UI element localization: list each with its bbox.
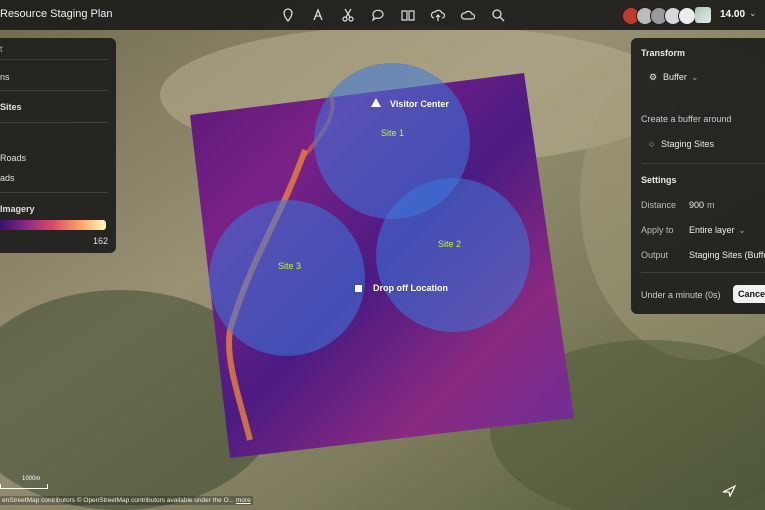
layers-panel: t ns Sites Roads ads Imagery 162 <box>0 38 116 253</box>
cloud-icon[interactable] <box>457 6 479 24</box>
layer-row-sites[interactable]: Sites <box>0 102 22 112</box>
transform-panel: Transform ⚙ Buffer ⌄ Create a buffer aro… <box>631 38 765 314</box>
output-label: Output <box>641 250 669 260</box>
chevron-down-icon[interactable]: ⌄ <box>749 8 757 19</box>
site-1-label: Site 1 <box>381 128 405 138</box>
layer-option[interactable]: Staging Sites <box>661 139 714 149</box>
site-3-label: Site 3 <box>278 261 302 271</box>
layer-row[interactable]: t <box>0 44 3 54</box>
site-2-label: Site 2 <box>438 239 462 249</box>
apply-select[interactable]: Entire layer <box>689 225 735 235</box>
legend-max-value: 162 <box>93 236 109 246</box>
map-attribution: enStreetMap contributors © OpenStreetMap… <box>0 496 253 505</box>
collaborator-avatars[interactable] <box>622 7 696 25</box>
avatar[interactable] <box>678 7 696 25</box>
distance-unit: m <box>707 200 715 210</box>
gear-icon: ⚙ <box>649 72 658 82</box>
pin-icon[interactable] <box>277 6 299 24</box>
book-icon[interactable] <box>397 6 419 24</box>
buffer-description: Create a buffer around <box>641 114 732 124</box>
distance-label: Distance <box>641 200 677 210</box>
imagery-legend-gradient <box>0 220 106 230</box>
visitor-center-label: Visitor Center <box>390 99 449 109</box>
text-icon[interactable] <box>307 6 329 24</box>
cancel-button[interactable]: Cance <box>733 285 765 303</box>
distance-input[interactable]: 900 <box>689 200 704 210</box>
scale-label: 1000m <box>22 476 41 482</box>
app-title: Resource Staging Plan <box>0 8 113 20</box>
search-icon[interactable] <box>487 6 509 24</box>
comment-icon[interactable] <box>367 6 389 24</box>
attribution-text: enStreetMap contributors © OpenStreetMap… <box>2 497 235 504</box>
scissors-icon[interactable] <box>337 6 359 24</box>
basemap-thumbnail[interactable] <box>695 7 711 23</box>
buffer-site-2 <box>376 178 530 332</box>
radio-icon[interactable]: ○ <box>649 139 654 149</box>
tool-group <box>277 6 517 24</box>
upload-cloud-icon[interactable] <box>427 6 449 24</box>
layer-row-roads[interactable]: Roads <box>0 153 26 163</box>
scale-bar <box>0 484 48 489</box>
compass-icon[interactable] <box>722 485 736 497</box>
layer-row[interactable]: ads <box>0 173 15 183</box>
chevron-down-icon[interactable]: ⌄ <box>738 225 746 236</box>
layer-row[interactable]: ns <box>0 72 10 82</box>
dropoff-marker <box>355 285 362 292</box>
settings-heading: Settings <box>641 175 677 185</box>
top-toolbar: Resource Staging Plan 14.00 ⌄ <box>0 0 765 30</box>
buffer-site-3 <box>209 200 365 356</box>
dropoff-label: Drop off Location <box>373 283 448 293</box>
chevron-down-icon[interactable]: ⌄ <box>691 72 699 83</box>
zoom-level[interactable]: 14.00 <box>720 9 745 20</box>
attribution-more-link[interactable]: more <box>236 497 251 504</box>
layer-row-imagery[interactable]: Imagery <box>0 204 35 214</box>
eta-text: Under a minute (0s) <box>641 290 721 300</box>
apply-label: Apply to <box>641 225 674 235</box>
output-input[interactable]: Staging Sites (Buffe <box>689 250 765 260</box>
tool-select[interactable]: Buffer <box>663 72 687 82</box>
panel-heading: Transform <box>641 48 686 58</box>
